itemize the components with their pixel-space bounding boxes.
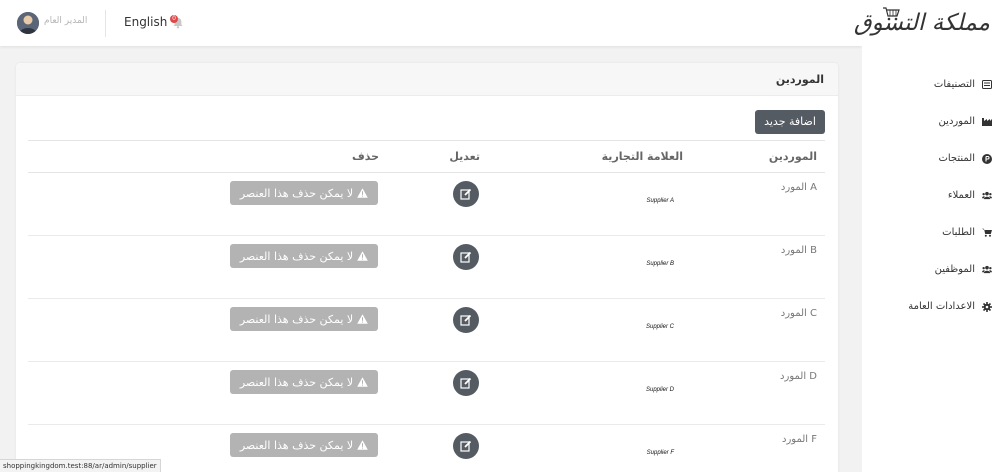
- edit-icon: [460, 440, 472, 452]
- column-header-brand: العلامة التجارية: [601, 150, 683, 163]
- users-icon: [982, 191, 992, 201]
- edit-button[interactable]: [453, 370, 479, 396]
- warning-icon: [357, 440, 369, 450]
- add-new-button[interactable]: اضافة جديد: [755, 110, 825, 134]
- delete-label: لا يمكن حذف هذا العنصر: [239, 375, 354, 389]
- logo-text: مملكة التسوق: [853, 10, 991, 36]
- sidebar-item-label: التصنيفات: [933, 79, 975, 90]
- delete-label: لا يمكن حذف هذا العنصر: [239, 249, 354, 263]
- table-header: الموردين العلامة التجارية تعديل حذف: [28, 140, 825, 173]
- industry-icon: [982, 117, 992, 127]
- cart-logo-icon: [882, 6, 900, 25]
- edit-icon: [460, 251, 472, 263]
- logo[interactable]: مملكة التسوق: [854, 6, 991, 42]
- edit-icon: [460, 377, 472, 389]
- sidebar-item-categories[interactable]: التصنيفات: [862, 66, 1000, 103]
- suppliers-table: الموردين العلامة التجارية تعديل حذف المو…: [28, 140, 825, 472]
- column-header-supplier: الموردين: [768, 150, 817, 163]
- delete-label: لا يمكن حذف هذا العنصر: [239, 438, 354, 452]
- brand-logo: Supplier D: [645, 387, 674, 393]
- sidebar-item-label: الاعدادات العامة: [908, 301, 975, 312]
- warning-icon: [357, 377, 369, 387]
- delete-disabled-button[interactable]: لا يمكن حذف هذا العنصر: [230, 181, 378, 205]
- edit-button[interactable]: [453, 181, 479, 207]
- sidebar-item-employees[interactable]: الموظفين: [862, 251, 1000, 288]
- brand-logo: Supplier A: [646, 198, 674, 204]
- table-row: المورد C Supplier C لا يمكن حذف هذا العن…: [28, 299, 825, 362]
- admin-name[interactable]: المدير العام: [44, 16, 87, 26]
- supplier-name: المورد F: [782, 434, 817, 445]
- supplier-name: المورد C: [780, 308, 817, 319]
- page-title: الموردين: [775, 73, 824, 86]
- sidebar-item-label: المنتجات: [938, 153, 975, 164]
- table-row: المورد A Supplier A لا يمكن حذف هذا العن…: [28, 173, 825, 236]
- table-row: المورد B Supplier B لا يمكن حذف هذا العن…: [28, 236, 825, 299]
- edit-button[interactable]: [453, 433, 479, 459]
- column-header-delete: حذف: [351, 150, 379, 163]
- delete-disabled-button[interactable]: لا يمكن حذف هذا العنصر: [230, 244, 378, 268]
- sidebar-nav: التصنيفات الموردين المنتجات العملاء الطل…: [862, 66, 1000, 325]
- suppliers-card: الموردين اضافة جديد الموردين العلامة الت…: [16, 63, 838, 472]
- sidebar-item-customers[interactable]: العملاء: [862, 177, 1000, 214]
- sidebar-item-label: العملاء: [947, 190, 975, 201]
- status-bar-url: shoppingkingdom.test:88/ar/admin/supplie…: [0, 459, 161, 472]
- warning-icon: [357, 188, 369, 198]
- card-header: [16, 63, 838, 96]
- delete-label: لا يمكن حذف هذا العنصر: [239, 186, 354, 200]
- edit-icon: [460, 314, 472, 326]
- edit-button[interactable]: [453, 244, 479, 270]
- language-switch[interactable]: English: [124, 15, 167, 29]
- users-icon: [982, 265, 992, 275]
- supplier-name: المورد D: [780, 371, 817, 382]
- edit-icon: [460, 188, 472, 200]
- delete-disabled-button[interactable]: لا يمكن حذف هذا العنصر: [230, 370, 378, 394]
- table-row: المورد D Supplier D لا يمكن حذف هذا العن…: [28, 362, 825, 425]
- top-navbar: المدير العام English 0: [0, 0, 862, 46]
- column-header-edit: تعديل: [449, 150, 480, 163]
- brand-logo: Supplier B: [646, 261, 674, 267]
- product-hunt-icon: [982, 153, 992, 164]
- warning-icon: [357, 251, 369, 261]
- delete-disabled-button[interactable]: لا يمكن حذف هذا العنصر: [230, 433, 378, 457]
- delete-label: لا يمكن حذف هذا العنصر: [239, 312, 354, 326]
- supplier-name: المورد B: [780, 245, 817, 256]
- sidebar: مملكة التسوق التصنيفات الموردين المنتجات…: [854, 0, 1000, 472]
- sidebar-item-label: الموردين: [938, 116, 975, 127]
- list-alt-icon: [982, 80, 992, 90]
- sidebar-item-products[interactable]: المنتجات: [862, 140, 1000, 177]
- divider: [105, 10, 106, 37]
- sidebar-item-label: الطلبات: [942, 227, 975, 238]
- avatar[interactable]: [17, 12, 39, 34]
- supplier-name: المورد A: [780, 182, 817, 193]
- warning-icon: [357, 314, 369, 324]
- gear-icon: [982, 301, 992, 312]
- sidebar-item-orders[interactable]: الطلبات: [862, 214, 1000, 251]
- edit-button[interactable]: [453, 307, 479, 333]
- brand-logo: Supplier F: [646, 450, 674, 456]
- notification-badge: 0: [170, 15, 178, 23]
- shopping-cart-icon: [982, 228, 992, 238]
- sidebar-item-suppliers[interactable]: الموردين: [862, 103, 1000, 140]
- delete-disabled-button[interactable]: لا يمكن حذف هذا العنصر: [230, 307, 378, 331]
- sidebar-item-settings[interactable]: الاعدادات العامة: [862, 288, 1000, 325]
- brand-logo: Supplier C: [645, 324, 674, 330]
- sidebar-item-label: الموظفين: [934, 264, 975, 275]
